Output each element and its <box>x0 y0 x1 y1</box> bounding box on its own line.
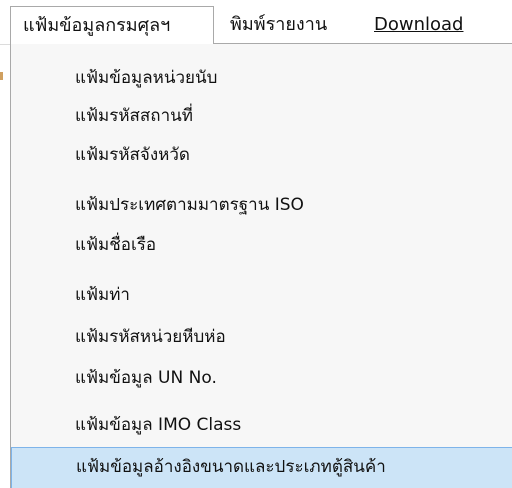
menu-item-imo-class[interactable]: แฟ้มข้อมูล IMO Class <box>11 406 512 444</box>
menu-print-report[interactable]: พิมพ์รายงาน <box>218 6 339 44</box>
menu-item-province-code[interactable]: แฟ้มรหัสจังหวัด <box>11 136 512 174</box>
menu-item-label: แฟ้มรหัสหน่วยหีบห่อ <box>75 327 226 347</box>
menu-item-unit-of-measure[interactable]: แฟ้มข้อมูลหน่วยนับ <box>11 59 512 97</box>
app-window: แฟ้มข้อมูลกรมศุลฯ พิมพ์รายงาน Download แ… <box>0 0 512 488</box>
menu-download[interactable]: Download <box>362 6 475 44</box>
menu-item-label: แฟ้มชื่อเรือ <box>75 235 157 255</box>
menu-item-label: แฟ้มประเทศตามมาตรฐาน ISO <box>75 195 304 215</box>
menu-item-iso-country[interactable]: แฟ้มประเทศตามมาตรฐาน ISO <box>11 186 512 224</box>
menu-item-container-size-type[interactable]: แฟ้มข้อมูลอ้างอิงขนาดและประเภทตู้สินค้า <box>11 447 512 488</box>
menu-item-label: แฟ้มท่า <box>75 285 130 305</box>
menu-print-report-label: พิมพ์รายงาน <box>230 14 328 35</box>
menu-item-port[interactable]: แฟ้มท่า <box>11 276 512 314</box>
menu-bar: แฟ้มข้อมูลกรมศุลฯ พิมพ์รายงาน Download <box>0 0 512 45</box>
menu-customs-data-files[interactable]: แฟ้มข้อมูลกรมศุลฯ <box>10 6 214 44</box>
customs-data-dropdown-menu: แฟ้มข้อมูลหน่วยนับ แฟ้มรหัสสถานที่ แฟ้มร… <box>10 43 512 488</box>
menu-item-label: แฟ้มข้อมูลหน่วยนับ <box>75 68 218 88</box>
menu-item-label: แฟ้มรหัสจังหวัด <box>75 145 190 165</box>
window-edge-mark <box>0 72 3 80</box>
menu-item-vessel-name[interactable]: แฟ้มชื่อเรือ <box>11 226 512 264</box>
menu-item-label: แฟ้มรหัสสถานที่ <box>75 106 193 126</box>
menu-download-label: Download <box>374 14 464 35</box>
menu-item-location-code[interactable]: แฟ้มรหัสสถานที่ <box>11 97 512 135</box>
menu-item-label: แฟ้มข้อมูลอ้างอิงขนาดและประเภทตู้สินค้า <box>76 457 386 477</box>
menu-customs-data-files-label: แฟ้มข้อมูลกรมศุลฯ <box>23 15 171 36</box>
menu-item-un-no[interactable]: แฟ้มข้อมูล UN No. <box>11 359 512 397</box>
menu-item-package-unit-code[interactable]: แฟ้มรหัสหน่วยหีบห่อ <box>11 318 512 356</box>
menu-item-label: แฟ้มข้อมูล IMO Class <box>75 415 242 435</box>
menu-item-label: แฟ้มข้อมูล UN No. <box>75 368 217 388</box>
